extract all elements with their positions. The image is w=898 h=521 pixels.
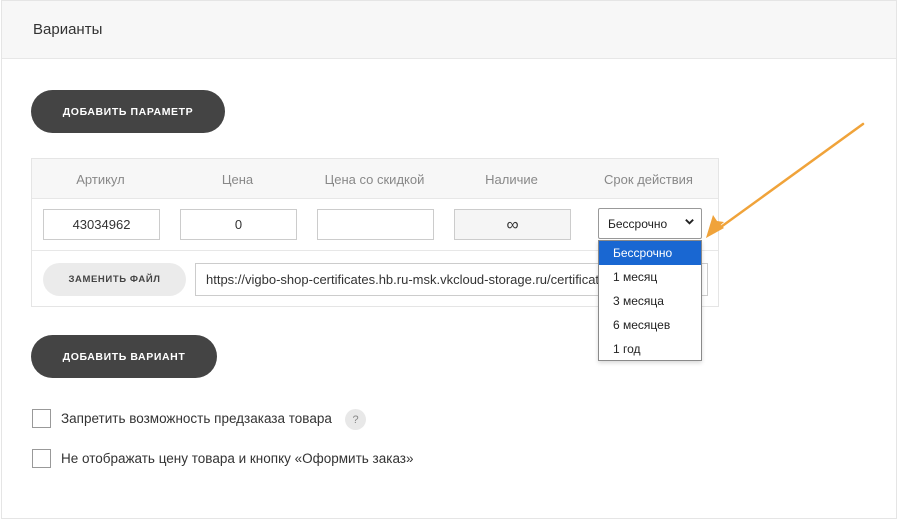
column-header-discount-price: Цена со скидкой: [324, 172, 425, 187]
stock-input[interactable]: ∞: [454, 209, 571, 240]
sku-input[interactable]: 43034962: [43, 209, 160, 240]
column-header-validity: Срок действия: [604, 172, 693, 187]
validity-select[interactable]: Бессрочно: [598, 208, 702, 239]
option-3-months[interactable]: 3 месяца: [599, 289, 701, 313]
hide-price-row: Не отображать цену товара и кнопку «Офор…: [32, 449, 414, 468]
add-parameter-button[interactable]: ДОБАВИТЬ ПАРАМЕТР: [31, 90, 225, 133]
column-header-stock: Наличие: [485, 172, 538, 187]
option-1-year[interactable]: 1 год: [599, 337, 701, 361]
panel-header: Варианты: [2, 1, 896, 59]
validity-dropdown: Бессрочно 1 месяц 3 месяца 6 месяцев 1 г…: [598, 240, 702, 361]
table-header-row: Артикул Цена Цена со скидкой Наличие Сро…: [32, 159, 718, 199]
no-preorder-label: Запретить возможность предзаказа товара: [61, 411, 332, 426]
hide-price-label: Не отображать цену товара и кнопку «Офор…: [61, 451, 414, 466]
column-header-price: Цена: [221, 172, 254, 187]
price-input[interactable]: 0: [180, 209, 297, 240]
no-preorder-checkbox[interactable]: [32, 409, 51, 428]
option-unlimited[interactable]: Бессрочно: [599, 241, 701, 265]
annotation-arrow-icon: [706, 122, 865, 238]
no-preorder-row: Запретить возможность предзаказа товара: [32, 409, 332, 428]
hide-price-checkbox[interactable]: [32, 449, 51, 468]
column-header-sku: Артикул: [76, 172, 125, 187]
discount-price-input[interactable]: [317, 209, 434, 240]
add-variant-button[interactable]: ДОБАВИТЬ ВАРИАНТ: [31, 335, 217, 378]
option-1-month[interactable]: 1 месяц: [599, 265, 701, 289]
option-6-months[interactable]: 6 месяцев: [599, 313, 701, 337]
validity-selected-value: Бессрочно: [608, 216, 668, 231]
section-title: Варианты: [33, 21, 103, 38]
help-icon[interactable]: ?: [345, 409, 366, 430]
replace-file-button[interactable]: ЗАМЕНИТЬ ФАЙЛ: [43, 263, 186, 296]
chevron-down-icon: [685, 219, 694, 225]
